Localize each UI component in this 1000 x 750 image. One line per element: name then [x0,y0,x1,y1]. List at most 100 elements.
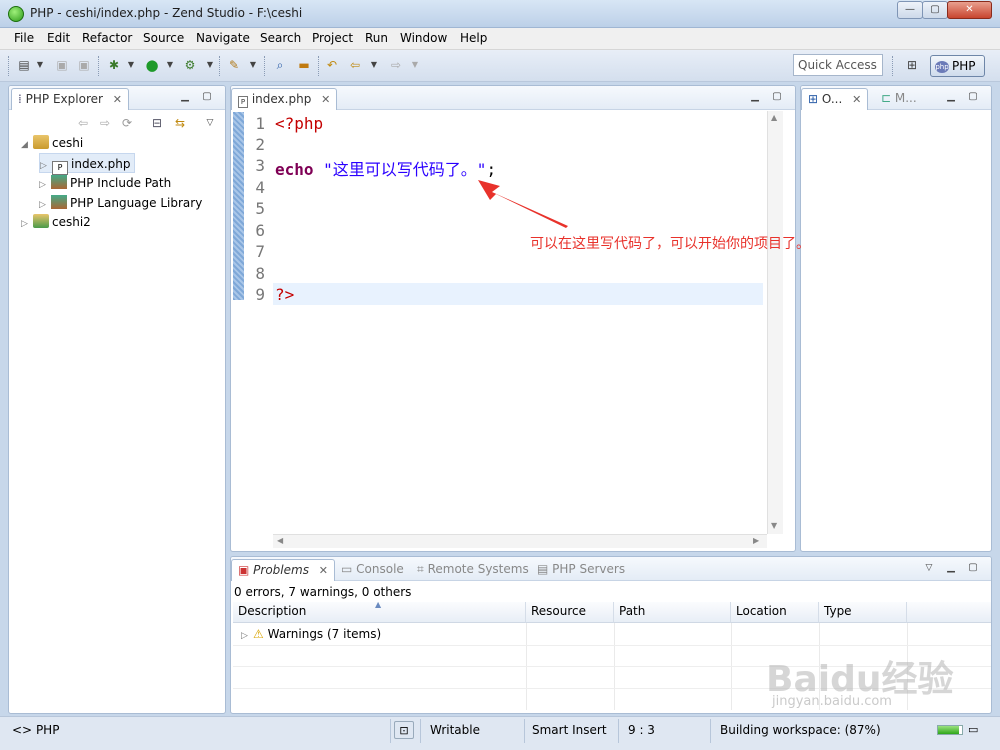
column-path[interactable]: Path [614,602,731,623]
menu-edit[interactable]: Edit [47,31,70,45]
tree-include-path[interactable]: ▷ PHP Include Path [39,173,171,193]
forward-icon[interactable]: ⇨ [97,115,113,131]
lock-icon[interactable]: ⊡ [394,721,414,739]
forward-icon[interactable]: ⇨ [388,57,404,73]
line-number: 2 [255,135,265,154]
dropdown-arrow-icon[interactable]: ▼ [162,57,178,73]
link-editor-icon[interactable]: ⇆ [172,115,188,131]
toolbar-separator [318,56,320,76]
progress-fill [938,726,959,734]
open-type-icon[interactable]: ✎ [226,57,242,73]
dropdown-arrow-icon[interactable]: ▼ [123,57,139,73]
maximize-view-icon[interactable]: ▢ [967,562,979,574]
minimize-view-icon[interactable]: ▁ [945,562,957,574]
menu-help[interactable]: Help [460,31,487,45]
minimize-view-icon[interactable]: ▁ [749,91,761,103]
column-location[interactable]: Location [731,602,819,623]
php-logo-icon: php [935,60,949,73]
up-icon[interactable]: ⟳ [119,115,135,131]
collapse-all-icon[interactable]: ⊟ [149,115,165,131]
maximize-view-icon[interactable]: ▢ [201,91,213,103]
dropdown-arrow-icon[interactable]: ▼ [407,57,423,73]
scroll-up-icon[interactable]: ▲ [771,113,777,122]
tab-remote-systems[interactable]: ⌗ Remote Systems [411,559,535,581]
dropdown-arrow-icon[interactable]: ▼ [366,57,382,73]
status-insert-mode: Smart Insert [532,723,607,737]
tab-php-servers[interactable]: ▤ PHP Servers [531,559,631,581]
save-icon[interactable]: ▣ [54,57,70,73]
expanded-icon: ◢ [21,140,28,150]
maximize-view-icon[interactable]: ▢ [967,91,979,103]
menu-project[interactable]: Project [312,31,353,45]
scroll-down-icon[interactable]: ▼ [771,521,777,530]
close-icon[interactable]: ✕ [321,93,330,106]
dropdown-arrow-icon[interactable]: ▼ [245,57,261,73]
scroll-right-icon[interactable]: ▶ [753,536,759,545]
save-all-icon[interactable]: ▣ [76,57,92,73]
scroll-left-icon[interactable]: ◀ [277,536,283,545]
close-icon[interactable]: ✕ [113,93,122,106]
tab-label: index.php [251,92,312,106]
close-icon[interactable]: ✕ [852,93,861,106]
minimize-view-icon[interactable]: ▁ [945,91,957,103]
tree-file-index-php[interactable]: ▷ Pindex.php [39,153,136,175]
back-icon[interactable]: ⇦ [75,115,91,131]
collapsed-icon: ▷ [39,180,46,190]
progress-view-icon[interactable]: ▭ [968,721,978,739]
minimize-button[interactable]: — [897,1,923,19]
problems-summary: 0 errors, 7 warnings, 0 others [234,585,412,599]
menu-navigate[interactable]: Navigate [196,31,250,45]
maximize-view-icon[interactable]: ▢ [771,91,783,103]
tab-outline[interactable]: ⊞ O... ✕ [801,88,869,110]
toolbar-separator [264,56,266,76]
menu-search[interactable]: Search [260,31,301,45]
close-icon[interactable]: ✕ [319,564,328,577]
run-icon[interactable]: ● [144,57,160,73]
menu-source[interactable]: Source [143,31,184,45]
horizontal-scrollbar[interactable]: ◀ ▶ [273,534,767,548]
tree-language-library[interactable]: ▷ PHP Language Library [39,193,202,213]
column-description[interactable]: Description ▲ [233,600,526,623]
annotation-ruler [233,112,244,300]
new-icon[interactable]: ▤ [16,57,32,73]
view-menu-icon[interactable]: ▽ [923,562,935,574]
tree-label: PHP Include Path [70,176,172,190]
php-perspective-button[interactable]: php PHP [930,55,985,77]
maximize-button[interactable]: ▢ [922,1,948,19]
toolbar-separator [8,56,10,76]
debug-icon[interactable]: ✱ [106,57,122,73]
last-edit-icon[interactable]: ↶ [324,57,340,73]
vertical-scrollbar[interactable]: ▲ ▼ [767,111,783,534]
back-icon[interactable]: ⇦ [347,57,363,73]
editor-panel: P index.php ✕ ▁ ▢ 1 2 3 4 5 6 7 8 9 <?ph… [230,85,796,552]
minimize-view-icon[interactable]: ▁ [179,91,191,103]
profile-icon[interactable]: ⚙ [182,57,198,73]
dropdown-arrow-icon[interactable]: ▼ [202,57,218,73]
tab-php-explorer[interactable]: ⁞ PHP Explorer ✕ [11,88,129,110]
table-row[interactable]: ▷ ⚠ Warnings (7 items) [241,624,381,644]
status-separator [420,719,421,743]
open-perspective-icon[interactable]: ⊞ [904,57,920,73]
tree-label: ceshi [52,136,84,150]
tab-index-php[interactable]: P index.php ✕ [231,88,338,110]
tree-label: PHP Language Library [70,196,203,210]
menu-run[interactable]: Run [365,31,388,45]
search-icon[interactable]: ⌕ [272,57,288,73]
close-button[interactable]: ✕ [947,1,992,19]
tab-console[interactable]: ▭ Console [335,559,410,581]
column-resource[interactable]: Resource [526,602,614,623]
menu-window[interactable]: Window [400,31,447,45]
view-menu-icon[interactable]: ▽ [202,115,218,131]
tree-project-ceshi2[interactable]: ▷ ceshi2 [21,212,91,232]
tab-problems[interactable]: ▣ Problems ✕ [231,559,336,581]
dropdown-arrow-icon[interactable]: ▼ [32,57,48,73]
tab-members[interactable]: ⊏ M... [875,88,923,110]
task-icon[interactable]: ▬ [296,57,312,73]
tab-label: PHP Explorer [25,92,103,106]
column-type[interactable]: Type [819,602,907,623]
quick-access-input[interactable]: Quick Access [793,54,883,76]
menu-refactor[interactable]: Refactor [82,31,132,45]
tree-project-ceshi[interactable]: ◢ ceshi [21,133,83,153]
menu-file[interactable]: File [14,31,34,45]
status-label: PHP [35,723,60,737]
